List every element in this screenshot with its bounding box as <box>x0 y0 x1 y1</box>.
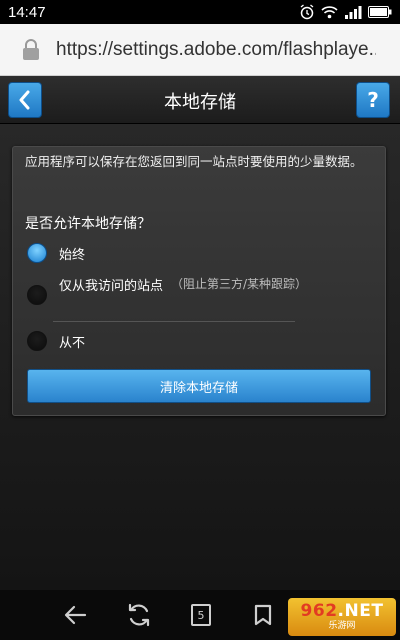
alarm-icon <box>300 4 314 20</box>
option-visited-sites[interactable]: 仅从我访问的站点 （阻止第三方/某种跟踪） <box>27 275 307 305</box>
storage-question: 是否允许本地存储？ <box>25 216 151 232</box>
refresh-icon <box>128 603 150 627</box>
url-bar[interactable]: https://settings.adobe.com/flashplaye.. <box>0 24 400 76</box>
option-never-label: 从不 <box>59 335 86 351</box>
arrow-left-icon <box>64 605 87 625</box>
status-icons <box>299 4 392 20</box>
nav-bookmark-button[interactable] <box>250 602 276 628</box>
tabs-count: 5 <box>197 608 205 622</box>
status-time: 14:47 <box>8 3 46 21</box>
signal-icon <box>345 6 362 19</box>
watermark-subtitle: 乐游网 <box>328 621 356 631</box>
battery-icon <box>368 6 392 18</box>
option-visited-sites-label: 仅从我访问的站点 <box>59 279 164 294</box>
radio-never[interactable] <box>27 331 47 351</box>
nav-refresh-button[interactable] <box>126 602 152 628</box>
option-never[interactable]: 从不 <box>27 331 85 351</box>
nav-back-button[interactable] <box>62 602 88 628</box>
url-text[interactable]: https://settings.adobe.com/flashplaye.. <box>56 39 376 61</box>
watermark-number: 962 <box>300 601 338 621</box>
option-always[interactable]: 始终 <box>27 243 85 263</box>
page-title: 本地存储 <box>164 92 236 113</box>
radio-always[interactable] <box>27 243 47 263</box>
clear-local-storage-button[interactable]: 清除本地存储 <box>27 369 371 403</box>
watermark-suffix: .NET <box>337 601 384 621</box>
radio-visited-sites[interactable] <box>27 285 47 305</box>
status-bar: 14:47 <box>0 0 400 24</box>
watermark-logo: 962.NET 乐游网 <box>288 598 396 636</box>
help-button[interactable]: ? <box>356 82 390 118</box>
lock-icon <box>23 38 39 60</box>
settings-header: 本地存储 ? <box>0 76 400 124</box>
divider <box>53 321 295 322</box>
nav-tabs-button[interactable]: 5 <box>188 602 214 628</box>
tabs-icon: 5 <box>191 604 211 626</box>
wifi-icon <box>321 6 338 19</box>
option-visited-sites-note: （阻止第三方/某种跟踪） <box>171 277 308 291</box>
storage-description: 应用程序可以保存在您返回到同一站点时要使用的少量数据。 <box>25 154 363 169</box>
bookmark-icon <box>254 604 272 626</box>
watermark-brand: 962.NET <box>301 603 384 620</box>
option-always-label: 始终 <box>59 247 86 263</box>
local-storage-panel: 应用程序可以保存在您返回到同一站点时要使用的少量数据。 是否允许本地存储？ 始终… <box>12 146 386 416</box>
